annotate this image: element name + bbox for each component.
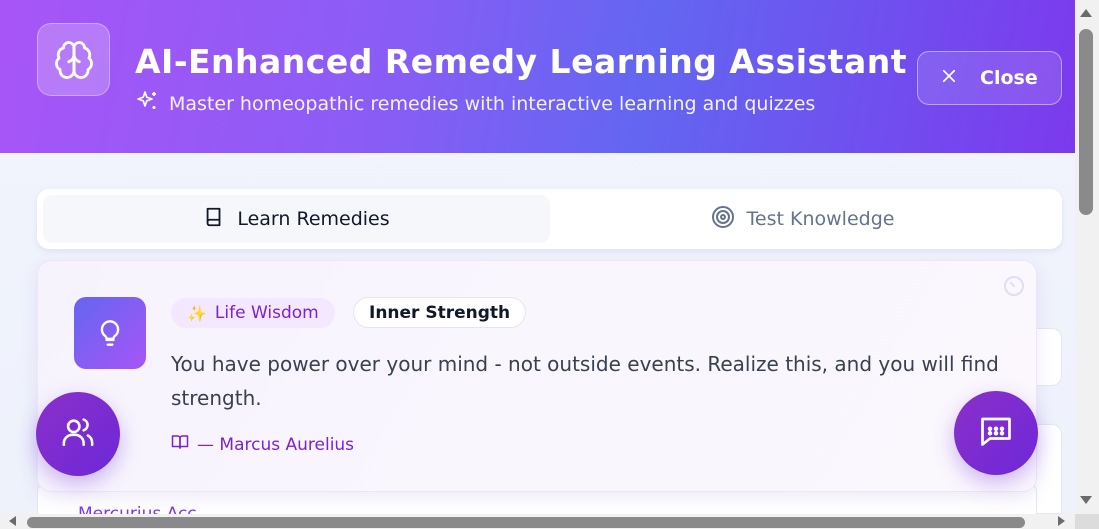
scroll-left-icon[interactable] xyxy=(9,516,16,526)
open-book-icon xyxy=(171,433,189,456)
tab-learn-remedies[interactable]: Learn Remedies xyxy=(43,195,550,243)
badge-label: Life Wisdom xyxy=(214,303,319,323)
timer-icon xyxy=(1002,274,1026,302)
close-label: Close xyxy=(980,67,1038,89)
scroll-right-icon[interactable] xyxy=(1058,516,1065,526)
close-icon xyxy=(940,67,958,90)
tab-bar: Learn Remedies Test Knowledge xyxy=(37,189,1062,249)
quote-author: — Marcus Aurelius xyxy=(171,433,354,456)
close-button[interactable]: Close xyxy=(917,51,1062,105)
wisdom-quote-card: ✨ Life Wisdom Inner Strength You have po… xyxy=(37,260,1037,492)
vertical-scroll-thumb[interactable] xyxy=(1079,29,1093,215)
header: AI-Enhanced Remedy Learning Assistant Ma… xyxy=(0,0,1075,153)
scrollbar-corner xyxy=(1075,514,1099,529)
target-icon xyxy=(711,205,735,234)
subtitle-text: Master homeopathic remedies with interac… xyxy=(169,92,816,115)
scroll-up-icon[interactable] xyxy=(1080,9,1092,17)
topic-badge: Inner Strength xyxy=(353,297,527,328)
app-viewport: AI-Enhanced Remedy Learning Assistant Ma… xyxy=(0,0,1075,514)
brain-icon xyxy=(37,23,110,96)
tab-test-knowledge[interactable]: Test Knowledge xyxy=(549,195,1056,243)
page-title: AI-Enhanced Remedy Learning Assistant xyxy=(135,42,907,81)
lightbulb-icon xyxy=(74,297,146,369)
community-button[interactable] xyxy=(36,392,120,476)
scroll-down-icon[interactable] xyxy=(1080,496,1092,504)
sparkles-icon xyxy=(135,89,159,118)
book-icon xyxy=(203,206,225,233)
chat-button[interactable] xyxy=(954,391,1038,475)
subtitle: Master homeopathic remedies with interac… xyxy=(135,89,815,118)
sparkle-icon: ✨ xyxy=(187,303,207,323)
message-dots-icon xyxy=(978,413,1014,453)
author-name: — Marcus Aurelius xyxy=(197,434,355,455)
horizontal-scroll-thumb[interactable] xyxy=(27,517,1025,528)
tab-label: Learn Remedies xyxy=(237,208,390,230)
quote-text: You have power over your mind - not outs… xyxy=(171,352,999,410)
tab-label: Test Knowledge xyxy=(746,208,895,230)
users-icon xyxy=(61,415,95,453)
category-badge: ✨ Life Wisdom xyxy=(171,298,335,328)
remedy-name-peek: Mercurius Acc... xyxy=(78,504,213,514)
